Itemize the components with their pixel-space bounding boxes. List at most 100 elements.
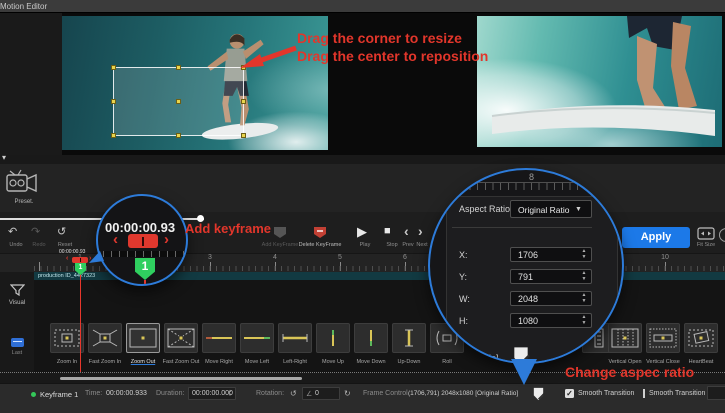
- magnified-keyframe-marker: 1: [135, 258, 155, 280]
- move-handle-center[interactable]: [176, 99, 181, 104]
- status-edge-input[interactable]: [707, 386, 725, 400]
- x-field-label: X:: [459, 250, 468, 260]
- preset-group-label: Preset.: [5, 199, 43, 205]
- keyframe-status-dot: [31, 392, 36, 397]
- prev-button[interactable]: ‹: [404, 223, 409, 239]
- duration-label: Duration:: [156, 390, 184, 397]
- undo-button[interactable]: ↶: [8, 225, 17, 238]
- frame-control-label: Frame Control: [363, 390, 408, 397]
- w-field-label: W:: [459, 294, 470, 304]
- smooth-separator: [643, 389, 645, 398]
- collapse-caret-icon[interactable]: ▾: [2, 153, 6, 162]
- playhead-left-chevron[interactable]: ‹: [66, 255, 68, 262]
- chevron-down-icon: ▼: [575, 206, 582, 213]
- rotate-ccw-icon[interactable]: ↺: [290, 389, 297, 398]
- annotation-change-aspect: Change aspec ratio: [565, 364, 694, 380]
- magnified-playhead-handle: [128, 234, 158, 248]
- rotation-value: 0: [315, 390, 319, 397]
- visual-filter-icon[interactable]: [10, 284, 25, 297]
- fit-size-icon[interactable]: [697, 227, 715, 240]
- motion-editor-window: Motion Editor: [0, 0, 725, 413]
- magnified-ruler-line: [454, 182, 606, 183]
- delete-keyframe-label: Delete KeyFrame: [296, 242, 344, 248]
- h-field[interactable]: ▲▼: [510, 313, 592, 328]
- rotate-cw-icon[interactable]: ↻: [344, 389, 351, 398]
- resize-handle-s[interactable]: [176, 133, 181, 138]
- magnifier-pointer-triangle: [511, 359, 537, 385]
- w-field[interactable]: ▲▼: [510, 291, 592, 306]
- reset-button[interactable]: ↺: [57, 225, 66, 238]
- keyframe-status-label: Keyframe 1: [40, 390, 78, 399]
- angle-icon: ∠: [306, 390, 312, 398]
- resize-handle-se[interactable]: [241, 133, 246, 138]
- duration-input[interactable]: 00:00:00.000 ▲▼: [188, 387, 236, 400]
- preview-output-canvas: [477, 16, 722, 147]
- x-input[interactable]: [511, 248, 573, 261]
- x-field[interactable]: ▲▼: [510, 247, 592, 262]
- h-field-label: H:: [459, 316, 468, 326]
- next-button[interactable]: ›: [418, 223, 423, 239]
- time-value: 00:00:00.933: [106, 390, 147, 397]
- surfer-closeup: [477, 16, 722, 147]
- play-button[interactable]: ▶: [357, 224, 367, 240]
- magnified-right-chevron: ›: [164, 231, 169, 248]
- preset-group-button[interactable]: Preset.: [5, 167, 45, 213]
- add-keyframe-icon[interactable]: [272, 226, 288, 239]
- h-input[interactable]: [511, 314, 573, 327]
- redo-button[interactable]: ↷: [31, 225, 40, 238]
- camera-icon: [5, 167, 39, 195]
- x-spinner[interactable]: ▲▼: [580, 249, 588, 260]
- resize-handle-w[interactable]: [111, 99, 116, 104]
- timeline-track[interactable]: [34, 280, 725, 372]
- aspect-ratio-dropdown[interactable]: Original Ratio ▼: [510, 200, 592, 218]
- magnified-ruler-number: 8: [529, 172, 534, 182]
- smooth-transition-checkbox[interactable]: ✓: [565, 389, 574, 398]
- rotation-input[interactable]: ∠ 0: [302, 387, 340, 400]
- sidebar-item-last[interactable]: Last: [0, 350, 34, 356]
- sidebar-item-visual[interactable]: Visual: [0, 300, 34, 306]
- y-spinner[interactable]: ▲▼: [580, 271, 588, 282]
- fit-size-label: Fit Size: [688, 242, 724, 248]
- w-spinner[interactable]: ▲▼: [580, 293, 588, 304]
- left-panel-spacer: [0, 13, 62, 155]
- aspect-tag-icon[interactable]: [531, 387, 546, 401]
- h-spinner[interactable]: ▲▼: [580, 315, 588, 326]
- stop-button[interactable]: ■: [384, 225, 391, 237]
- smooth-transition-label-2: Smooth Transition: [649, 390, 705, 397]
- title-bar: Motion Editor: [0, 0, 725, 13]
- ruler-number-6: 6: [403, 254, 407, 261]
- magnifier-pointer-arrow: [88, 248, 106, 266]
- magnified-playhead-line: [144, 280, 146, 286]
- annotation-reposition: Drag the center to reposition: [297, 48, 488, 64]
- w-input[interactable]: [511, 292, 573, 305]
- annotation-resize: Drag the corner to resize: [297, 30, 462, 46]
- preview-edit-canvas[interactable]: [62, 16, 328, 150]
- aspect-ratio-label: Aspect Ratio:: [459, 204, 513, 214]
- delete-keyframe-icon[interactable]: [312, 226, 328, 239]
- y-input[interactable]: [511, 270, 573, 283]
- playhead-handle[interactable]: [72, 257, 88, 263]
- rotation-label: Rotation:: [256, 390, 284, 397]
- playhead-line[interactable]: [80, 263, 81, 373]
- y-field[interactable]: ▲▼: [510, 269, 592, 284]
- y-field-label: Y:: [459, 272, 467, 282]
- window-title: Motion Editor: [0, 0, 47, 13]
- reset-label: Reset: [49, 242, 81, 248]
- time-label: Time:: [85, 390, 102, 397]
- timeline-scrollbar[interactable]: [60, 377, 302, 380]
- annotation-arrow: [238, 42, 302, 72]
- apply-button[interactable]: Apply: [622, 227, 690, 248]
- edge-circle-icon[interactable]: [719, 228, 725, 242]
- resize-handle-nw[interactable]: [111, 65, 116, 70]
- last-clip-icon[interactable]: [11, 338, 24, 347]
- aspect-ratio-value: Original Ratio: [518, 205, 570, 215]
- magnified-ruler-ticks: [454, 182, 606, 190]
- resize-handle-n[interactable]: [176, 65, 181, 70]
- magnified-ruler: [103, 251, 185, 257]
- resize-handle-sw[interactable]: [111, 133, 116, 138]
- timeline-sidebar: Visual Last: [0, 272, 34, 373]
- resize-handle-e[interactable]: [241, 99, 246, 104]
- duration-spinner[interactable]: ▲▼: [227, 389, 233, 397]
- crop-selection-box[interactable]: [113, 67, 244, 136]
- status-bar: Keyframe 1 Time: 00:00:00.933 Duration: …: [0, 383, 725, 413]
